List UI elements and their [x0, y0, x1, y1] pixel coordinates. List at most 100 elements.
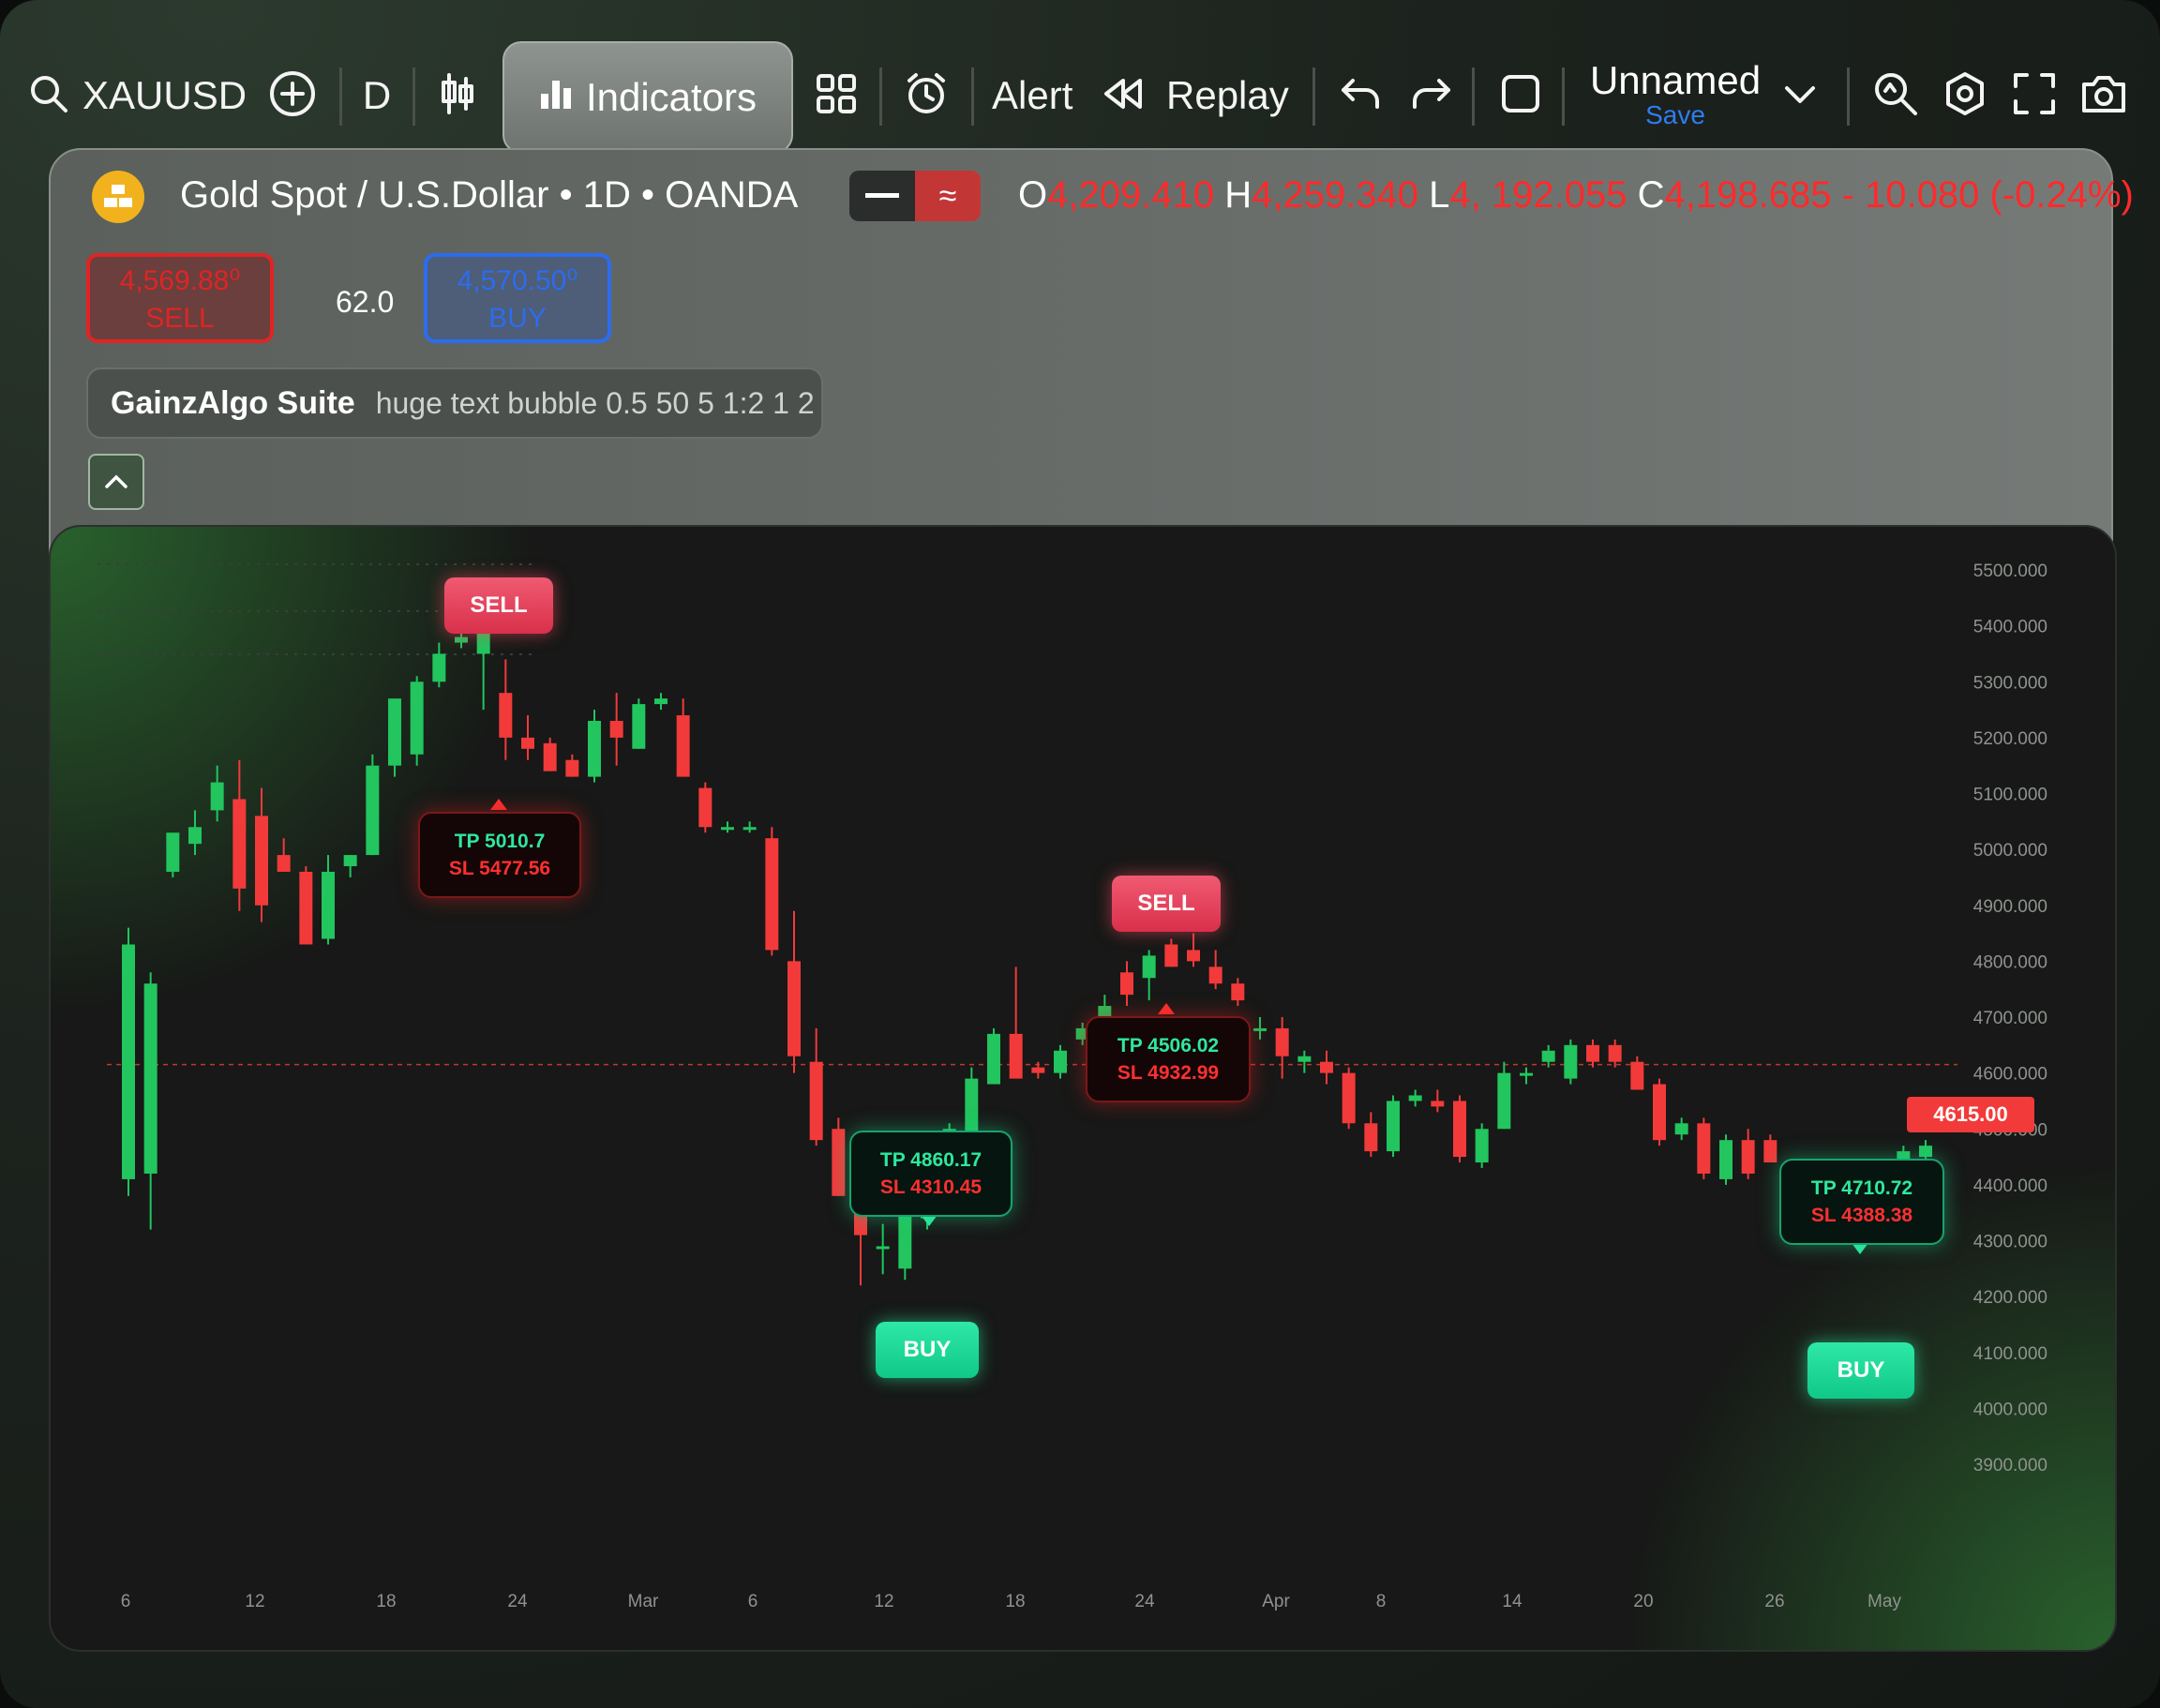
mode-toggle-left[interactable] [849, 171, 915, 221]
candle[interactable] [676, 698, 690, 777]
collapse-legend-button[interactable] [88, 454, 144, 510]
candle[interactable] [543, 737, 557, 772]
signal-sell-tag[interactable]: SELL [444, 577, 553, 634]
buy-button[interactable]: 4,570.50⁰ BUY [424, 253, 611, 343]
candle[interactable] [143, 972, 158, 1230]
candle[interactable] [366, 754, 380, 856]
quick-search-button[interactable] [1868, 67, 1924, 124]
candle[interactable] [565, 754, 579, 777]
candle[interactable] [1187, 933, 1200, 967]
candle[interactable] [388, 698, 401, 777]
interval-button[interactable]: D [356, 67, 398, 124]
candle[interactable] [1630, 1056, 1644, 1090]
object-tree-button[interactable] [1492, 67, 1549, 124]
candle[interactable] [1054, 1044, 1067, 1079]
candle[interactable] [654, 693, 668, 711]
candle[interactable] [1142, 950, 1156, 1001]
alert-button[interactable]: Alert [992, 67, 1072, 124]
candle[interactable] [1320, 1050, 1333, 1085]
candle[interactable] [721, 821, 734, 833]
candle[interactable] [632, 698, 646, 749]
symbol-search-button[interactable]: XAUUSD [28, 58, 247, 133]
candle[interactable] [588, 710, 601, 783]
candle[interactable] [609, 693, 623, 766]
layout-menu-button[interactable] [1774, 67, 1826, 124]
alarm-button[interactable] [898, 67, 954, 124]
redo-button[interactable] [1402, 67, 1459, 124]
candle[interactable] [987, 1027, 1000, 1085]
replay-button[interactable]: Replay [1102, 67, 1289, 124]
candle[interactable] [1674, 1117, 1688, 1141]
candle[interactable] [1697, 1117, 1711, 1179]
indicator-legend[interactable]: GainzAlgo Suite huge text bubble 0.5 50 … [86, 367, 823, 439]
layout-name-button[interactable]: Unnamed Save [1586, 60, 1764, 129]
candle[interactable] [1497, 1061, 1511, 1130]
candle[interactable] [876, 1223, 890, 1275]
candle[interactable] [788, 910, 801, 1073]
candle[interactable] [1741, 1129, 1755, 1179]
chart-type-button[interactable] [431, 67, 484, 124]
tp-sl-box[interactable]: TP 4506.02 SL 4932.99 [1086, 1016, 1251, 1102]
candle[interactable] [122, 927, 135, 1196]
signal-buy-tag[interactable]: BUY [1808, 1342, 1914, 1399]
candle[interactable] [1408, 1089, 1422, 1107]
candle[interactable] [1653, 1078, 1666, 1146]
indicators-button[interactable]: Indicators [502, 41, 793, 154]
candle[interactable] [1298, 1050, 1312, 1073]
candle[interactable] [809, 1027, 823, 1146]
screenshot-button[interactable] [2076, 67, 2132, 124]
candle[interactable] [1364, 1112, 1378, 1158]
candle[interactable] [1208, 950, 1222, 990]
candle[interactable] [299, 866, 313, 945]
add-symbol-button[interactable] [266, 67, 319, 124]
sell-button[interactable]: 4,569.88⁰ SELL [86, 253, 274, 343]
signal-pointer [1158, 1003, 1175, 1014]
candle[interactable] [1342, 1067, 1356, 1130]
fullscreen-button[interactable] [2006, 67, 2062, 124]
settings-button[interactable] [1937, 67, 1993, 124]
mode-toggle[interactable]: ≈ [849, 171, 981, 221]
candle[interactable] [1520, 1067, 1533, 1085]
candle[interactable] [1164, 938, 1178, 967]
layouts-button[interactable] [808, 67, 864, 124]
candle[interactable] [1231, 978, 1245, 1007]
signal-sell-tag[interactable]: SELL [1112, 876, 1221, 932]
candle[interactable] [1387, 1095, 1400, 1158]
signal-buy-tag[interactable]: BUY [876, 1322, 979, 1378]
candle[interactable] [1431, 1089, 1445, 1113]
candle[interactable] [832, 1117, 846, 1196]
candle[interactable] [1031, 1061, 1045, 1079]
save-link[interactable]: Save [1586, 101, 1764, 129]
candle-body [1653, 1084, 1666, 1141]
y-tick-label: 4400.000 [1973, 1176, 2048, 1196]
candle[interactable] [1586, 1039, 1599, 1068]
candle[interactable] [1009, 966, 1023, 1079]
candle[interactable] [1120, 961, 1133, 1007]
candle-body [1120, 972, 1133, 996]
mode-toggle-right[interactable]: ≈ [915, 171, 981, 221]
candle[interactable] [1275, 1017, 1289, 1079]
candle-body [1674, 1123, 1688, 1135]
candle[interactable] [1763, 1134, 1778, 1163]
candle[interactable] [765, 827, 779, 956]
price-chart[interactable]: 5500.000 5400.000 5300.000 5200.000 5100.000… [51, 527, 2115, 1650]
high-label: H [1224, 174, 1252, 216]
candle[interactable] [698, 782, 712, 833]
tp-sl-box[interactable]: TP 4710.72 SL 4388.38 [1779, 1159, 1944, 1245]
candle[interactable] [1719, 1134, 1732, 1185]
candle[interactable] [410, 676, 424, 766]
candle[interactable] [1475, 1123, 1489, 1168]
candle-body [343, 855, 357, 867]
candle[interactable] [166, 832, 180, 877]
tp-sl-box[interactable]: TP 4860.17 SL 4310.45 [849, 1131, 1012, 1217]
candle[interactable] [742, 821, 757, 833]
candle-body [143, 983, 158, 1174]
candle[interactable] [1453, 1095, 1466, 1163]
candle[interactable] [1253, 1017, 1267, 1040]
undo-button[interactable] [1333, 67, 1389, 124]
tp-sl-box[interactable]: TP 5010.7 SL 5477.56 [418, 812, 581, 898]
candle[interactable] [1564, 1039, 1578, 1085]
chart-area[interactable]: 5500.000 5400.000 5300.000 5200.000 5100.000… [49, 525, 2117, 1652]
toolbar-divider [412, 67, 415, 126]
candle[interactable] [1608, 1039, 1622, 1068]
